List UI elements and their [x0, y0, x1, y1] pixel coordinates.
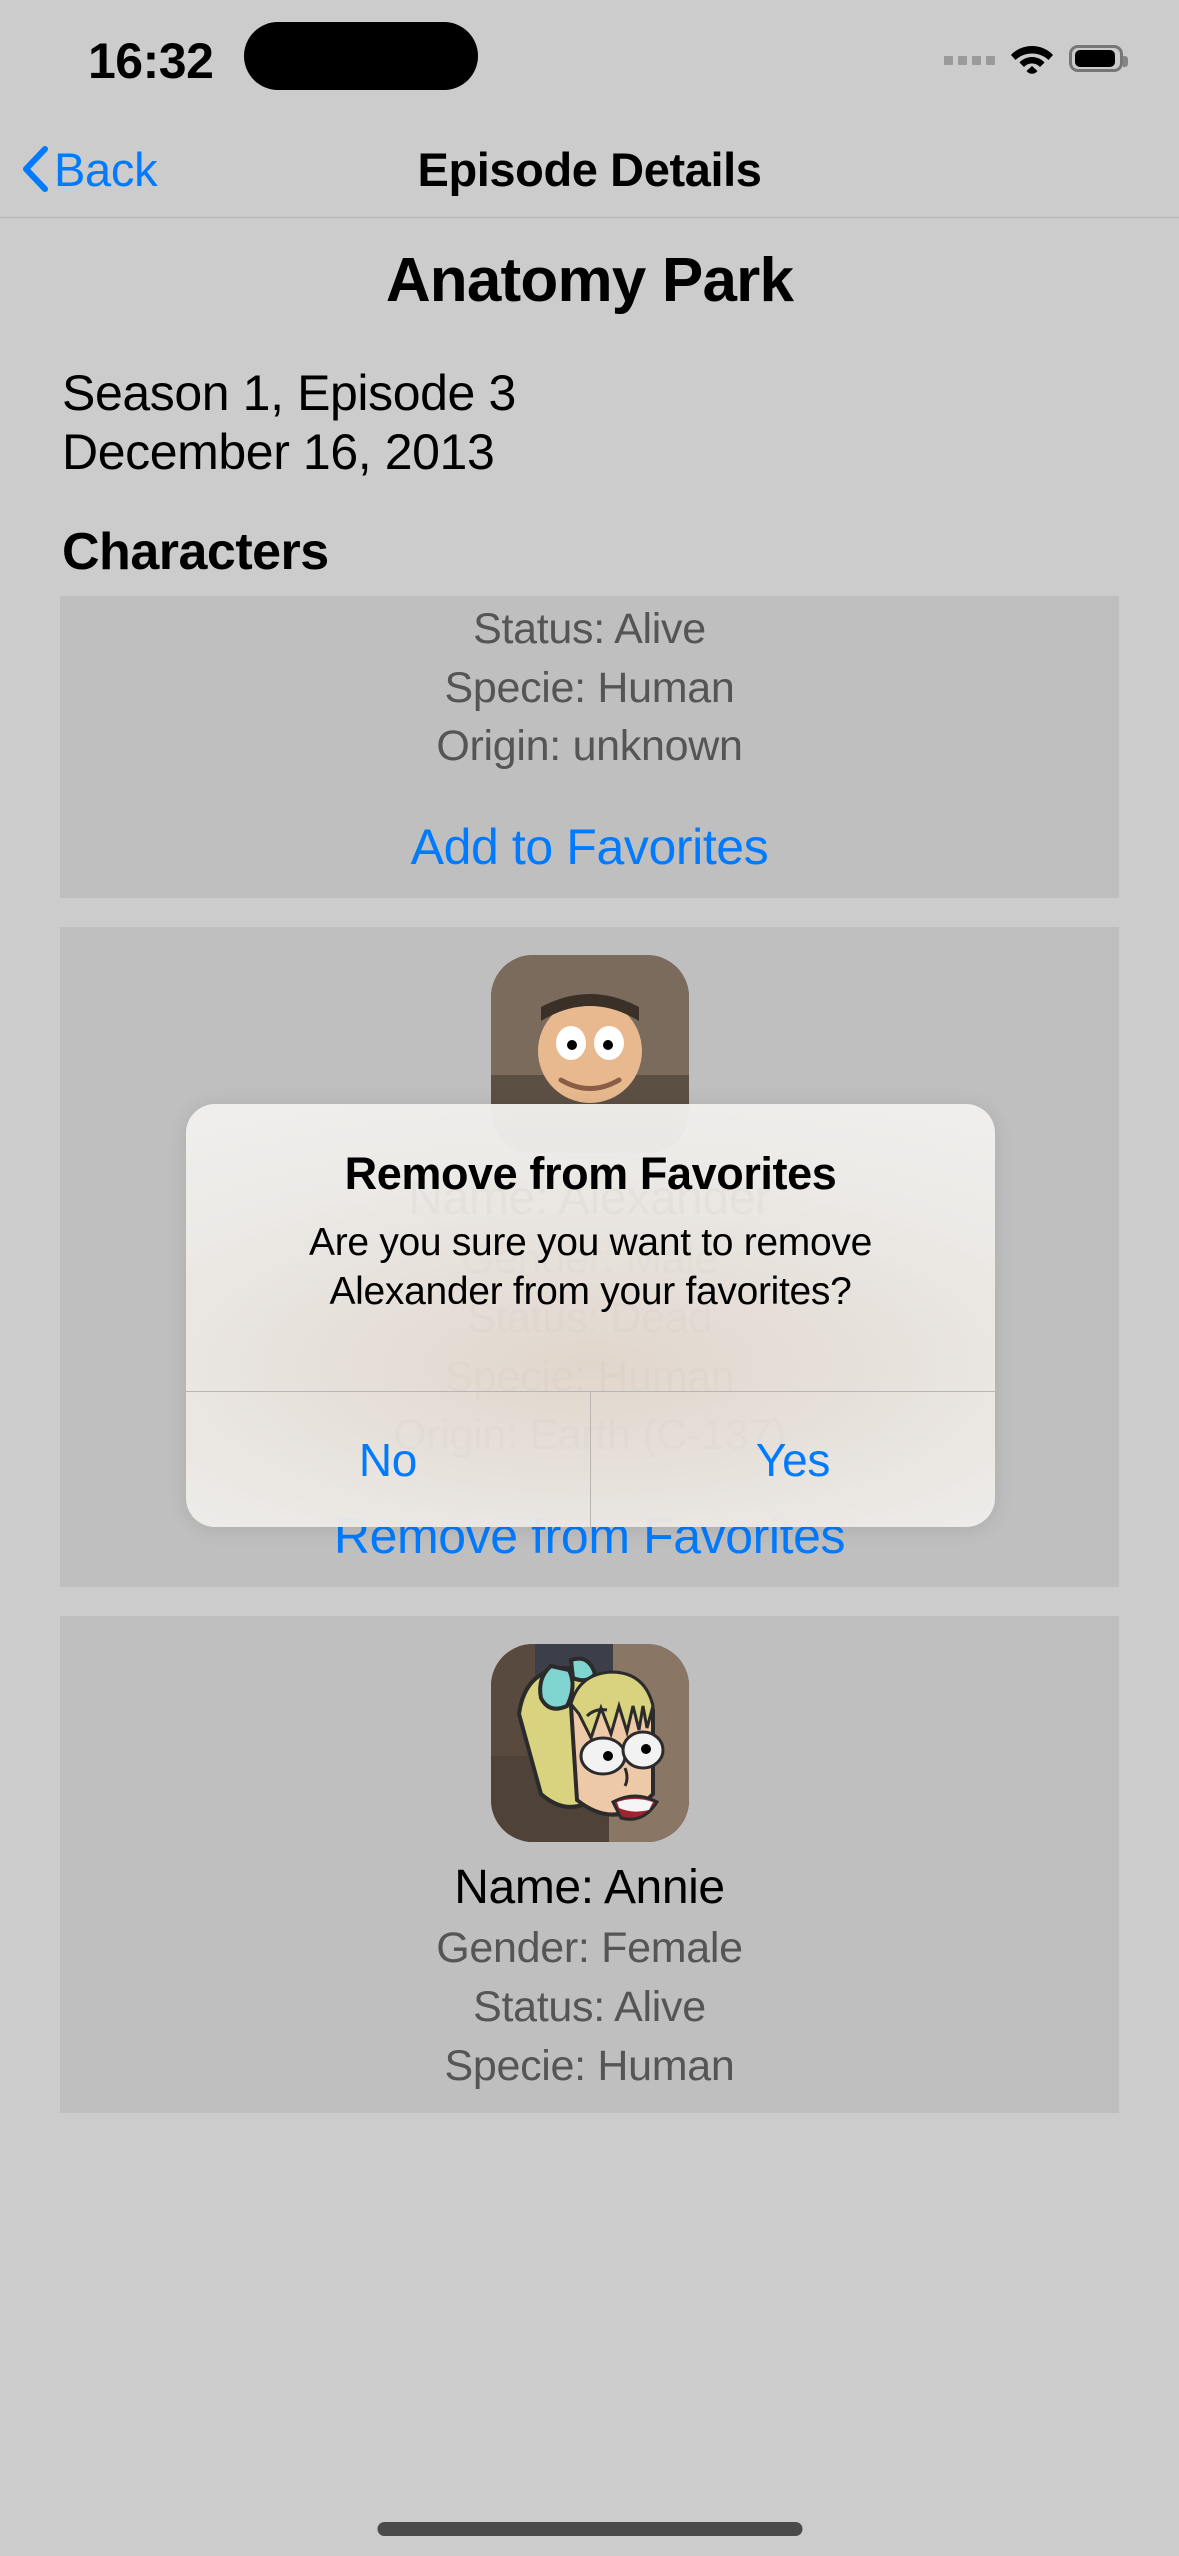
alert-body: Remove from Favorites Are you sure you w… [186, 1104, 995, 1316]
alert-no-button[interactable]: No [186, 1392, 590, 1527]
alert-actions: No Yes [186, 1391, 995, 1527]
alert-yes-button[interactable]: Yes [590, 1392, 995, 1527]
home-indicator[interactable] [377, 2522, 802, 2536]
remove-from-favorites-alert: Remove from Favorites Are you sure you w… [186, 1104, 995, 1527]
alert-title: Remove from Favorites [344, 1148, 837, 1199]
alert-message: Are you sure you want to remove Alexande… [309, 1221, 872, 1314]
phone-screen: 16:32 Back Episode Details Anatomy Park … [0, 0, 1179, 2556]
